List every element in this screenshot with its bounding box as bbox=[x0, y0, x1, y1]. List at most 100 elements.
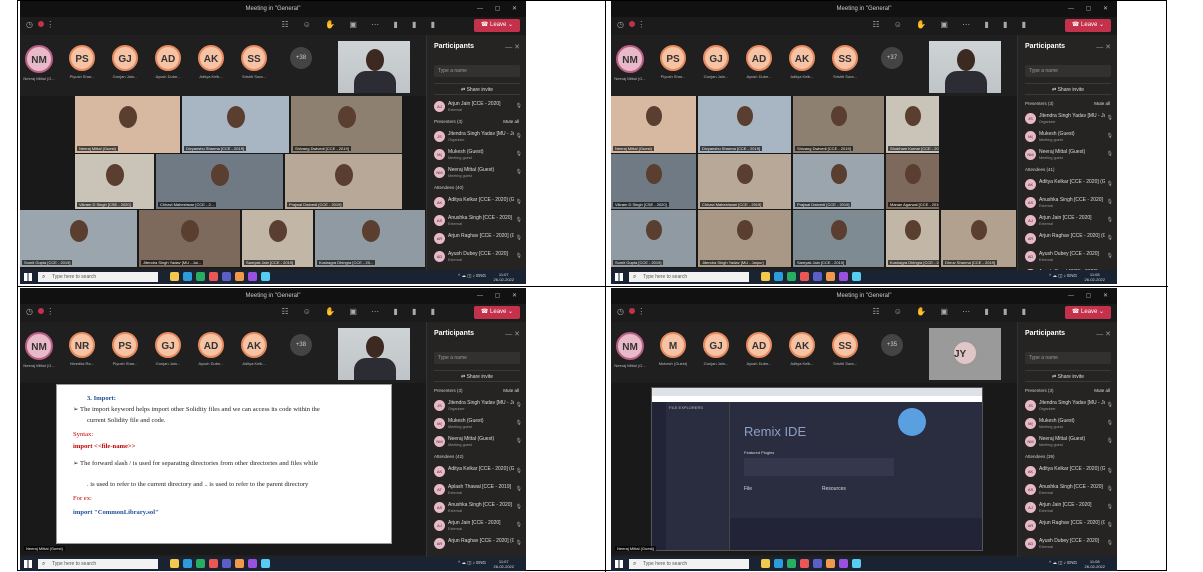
participant-item[interactable]: AD Ayush Dubey [CCE - 2020] External 🎙 bbox=[1025, 249, 1113, 267]
participants-section-header[interactable]: Attendees (41) bbox=[1025, 167, 1055, 172]
leave-button[interactable]: ☎ Leave ⌄ bbox=[474, 19, 520, 32]
mute-all-button[interactable]: Mute all bbox=[1094, 101, 1110, 106]
video-tile[interactable]: Shivang Dwivedi [CCE - 2019] bbox=[291, 96, 402, 153]
participant-item[interactable]: JSJitendra Singh Yadav [MU - Jaip...Orga… bbox=[1025, 111, 1113, 129]
participant-item[interactable]: AT Aplash Thawal [CCE - 2019] External 🎙 bbox=[434, 482, 522, 500]
video-tile[interactable]: Shivang Dwivedi [CCE - 2019] bbox=[793, 96, 884, 153]
participant-search-input[interactable]: Type a name bbox=[1025, 65, 1111, 77]
participant-item[interactable]: AS Anushka Singh [CCE - 2020] External 🎙 bbox=[1025, 195, 1113, 213]
participant-item[interactable]: AD Ayush Dubey [CCE - 2020] External 🎙 bbox=[434, 249, 522, 267]
system-tray-icons[interactable]: ^ ☁ ◫ ♪ ENG bbox=[1049, 560, 1077, 566]
participant-item[interactable]: AKAditya Kelkar [CCE - 2020] (Guest)🎙 bbox=[434, 464, 522, 482]
participant-item[interactable]: JSJitendra Singh Yadav [MU - Jaip...Orga… bbox=[434, 398, 522, 416]
participant-item[interactable]: JSJitendra Singh Yadav [MU - Jaip...Orga… bbox=[1025, 398, 1113, 416]
participant-item[interactable]: ARArjun Raghav [CCE - 2020] (Guest)🎙 bbox=[434, 231, 522, 249]
toolbar-icons[interactable]: ☷ ☺ ✋ ▣ ⋯ ▮ ▮ ▮ bbox=[281, 307, 441, 316]
participant-item[interactable]: AKAditya Kelkar [CCE - 2020] (Guest)🎙 bbox=[1025, 177, 1113, 195]
system-tray-icons[interactable]: ^ ☁ ◫ ♪ ENG bbox=[458, 273, 486, 279]
taskbar-search-input[interactable]: Type here to search bbox=[38, 559, 158, 569]
share-invite-button[interactable]: ⇄ Share invite bbox=[434, 83, 520, 95]
microphone-icon[interactable]: 🎙 bbox=[516, 151, 522, 157]
microphone-icon[interactable]: 🎙 bbox=[1107, 402, 1113, 408]
participant-item[interactable]: AJ Arjun Jain [CCE - 2020] External 🎙 bbox=[434, 99, 522, 117]
video-tile[interactable]: Divyanshu Sharma [CCE - 2019] bbox=[698, 96, 791, 153]
participant-avatar[interactable]: SS Srishti Sura... bbox=[812, 41, 878, 79]
taskbar-clock[interactable]: 11:07 26-02-2022 bbox=[494, 559, 514, 569]
close-icon[interactable]: — ✕ bbox=[505, 43, 520, 51]
participant-avatar[interactable]: SS Srishti Sura... bbox=[221, 41, 287, 79]
video-tile[interactable]: Manan Agarwal [CCE - 2019] bbox=[886, 154, 939, 209]
participant-item[interactable]: AS Anushka Singh [CCE - 2020] External 🎙 bbox=[1025, 482, 1113, 500]
taskbar-search-input[interactable]: Type here to search bbox=[629, 559, 749, 569]
video-tile[interactable]: Vikram D Singh [CSE - 2020] bbox=[75, 154, 154, 209]
microphone-icon[interactable]: 🎙 bbox=[516, 169, 522, 175]
video-tile[interactable]: Shubham Kumar [CCE - 2019] bbox=[886, 96, 939, 153]
microphone-icon[interactable]: 🎙 bbox=[516, 468, 522, 474]
participant-item[interactable]: ARArjun Raghav [CCE - 2020] (Guest)🎙 bbox=[434, 536, 522, 554]
participants-section-header[interactable]: Presenters (3) bbox=[1025, 388, 1054, 393]
window-controls[interactable]: — ▢ ✕ bbox=[1068, 1, 1113, 17]
participant-item[interactable]: M(Mukesh (Guest) Meeting guest 🎙 bbox=[434, 416, 522, 434]
video-tile[interactable]: Vikram D Singh [CSE - 2020] bbox=[611, 154, 696, 209]
participant-avatar[interactable]: SS Srishti Sura... bbox=[812, 328, 878, 366]
microphone-icon[interactable]: 🎙 bbox=[1107, 420, 1113, 426]
microphone-icon[interactable]: 🎙 bbox=[516, 540, 522, 546]
mute-all-button[interactable]: Mute all bbox=[1094, 388, 1110, 393]
microphone-icon[interactable]: 🎙 bbox=[516, 133, 522, 139]
mute-all-button[interactable]: Mute all bbox=[503, 119, 519, 124]
taskbar-apps[interactable] bbox=[170, 559, 270, 569]
microphone-icon[interactable]: 🎙 bbox=[516, 438, 522, 444]
microphone-icon[interactable]: 🎙 bbox=[1107, 253, 1113, 259]
participants-section-header[interactable]: Presenters (3) bbox=[434, 388, 463, 393]
participant-item[interactable]: ARArjun Raghav [CCE - 2020] (Guest)🎙 bbox=[1025, 231, 1113, 249]
video-tile[interactable]: Chhavi Maheshwar [CCE - 2... bbox=[156, 154, 283, 209]
taskbar-clock[interactable]: 11:08 26-02-2022 bbox=[1085, 272, 1105, 282]
share-invite-button[interactable]: ⇄ Share invite bbox=[1025, 370, 1111, 382]
video-tile[interactable]: Jitendra Singh Yadav [MU - Jai... bbox=[139, 210, 240, 267]
participants-section-header[interactable]: Attendees (40) bbox=[434, 185, 464, 190]
microphone-icon[interactable]: 🎙 bbox=[1107, 217, 1113, 223]
windows-start-icon[interactable] bbox=[615, 560, 623, 568]
more-participants-badge[interactable]: +35 bbox=[881, 334, 903, 356]
microphone-icon[interactable]: 🎙 bbox=[516, 217, 522, 223]
participant-item[interactable]: AJ Arjun Jain [CCE - 2020] External 🎙 bbox=[1025, 213, 1113, 231]
participants-section-header[interactable]: Attendees (39) bbox=[1025, 454, 1055, 459]
taskbar-apps[interactable] bbox=[170, 272, 270, 282]
participant-item[interactable]: NM Neeraj Mittal (Guest) Meeting guest 🎙 bbox=[1025, 147, 1113, 165]
taskbar-search-input[interactable]: Type here to search bbox=[38, 272, 158, 282]
microphone-icon[interactable]: 🎙 bbox=[1107, 235, 1113, 241]
microphone-icon[interactable]: 🎙 bbox=[1107, 504, 1113, 510]
microphone-icon[interactable]: 🎙 bbox=[516, 402, 522, 408]
leave-button[interactable]: ☎ Leave ⌄ bbox=[1065, 19, 1111, 32]
video-tile[interactable]: Neeraj Mittal (Guest) bbox=[75, 96, 180, 153]
video-tile[interactable]: Samyak Jain [CCE - 2019] bbox=[793, 210, 884, 267]
video-tile[interactable]: Neeraj Mittal (Guest) bbox=[611, 96, 696, 153]
microphone-icon[interactable]: 🎙 bbox=[1107, 438, 1113, 444]
microphone-icon[interactable]: 🎙 bbox=[516, 504, 522, 510]
window-controls[interactable]: — ▢ ✕ bbox=[477, 1, 522, 17]
participants-section-header[interactable]: Presenters (3) bbox=[1025, 101, 1054, 106]
participant-item[interactable]: ARArjun Raghav [CCE - 2020] (Guest)🎙 bbox=[1025, 518, 1113, 536]
windows-start-icon[interactable] bbox=[24, 273, 32, 281]
participant-item[interactable]: M(Mukesh (Guest) Meeting guest 🎙 bbox=[434, 147, 522, 165]
toolbar-icons[interactable]: ☷ ☺ ✋ ▣ ⋯ ▮ ▮ ▮ bbox=[281, 20, 441, 29]
participant-item[interactable]: AJ Arjun Jain [CCE - 2020] External 🎙 bbox=[1025, 500, 1113, 518]
participant-avatar[interactable]: AK Aditya Kelk... bbox=[221, 328, 287, 366]
microphone-icon[interactable]: 🎙 bbox=[516, 103, 522, 109]
windows-start-icon[interactable] bbox=[24, 560, 32, 568]
participant-item[interactable]: NM Neeraj Mittal (Guest) Meeting guest 🎙 bbox=[1025, 434, 1113, 452]
participant-item[interactable]: NM Neeraj Mittal (Guest) Meeting guest 🎙 bbox=[434, 165, 522, 183]
more-participants-badge[interactable]: +38 bbox=[290, 47, 312, 69]
video-tile[interactable]: Prajwal Dwivedi [CCE - 2019] bbox=[285, 154, 402, 209]
leave-button[interactable]: ☎ Leave ⌄ bbox=[1065, 306, 1111, 319]
participant-search-input[interactable]: Type a name bbox=[1025, 352, 1111, 364]
video-tile[interactable]: Prajwal Dwivedi [CCE - 2019] bbox=[793, 154, 884, 209]
microphone-icon[interactable]: 🎙 bbox=[1107, 468, 1113, 474]
more-participants-badge[interactable]: +37 bbox=[881, 47, 903, 69]
taskbar-apps[interactable] bbox=[761, 272, 861, 282]
microphone-icon[interactable]: 🎙 bbox=[1107, 522, 1113, 528]
windows-start-icon[interactable] bbox=[615, 273, 623, 281]
participant-item[interactable]: AD Ayush Dubey [CCE - 2020] External 🎙 bbox=[1025, 536, 1113, 554]
video-tile[interactable]: Kushagra Dhingra [CCE - 2019] bbox=[886, 210, 939, 267]
participants-section-header[interactable]: Attendees (42) bbox=[434, 454, 464, 459]
